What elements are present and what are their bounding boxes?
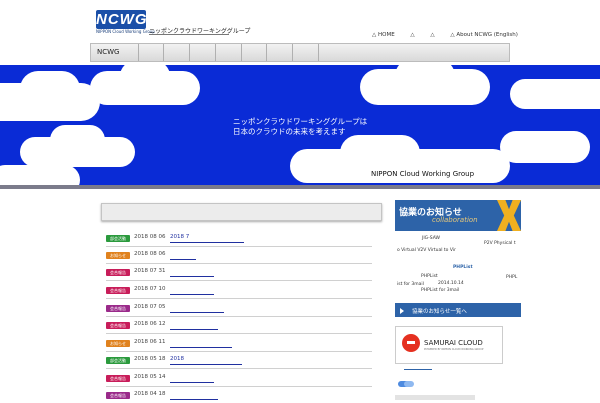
content-title-box bbox=[101, 203, 382, 221]
news-date: 2018 07 10 bbox=[134, 286, 166, 292]
slider-next-button[interactable] bbox=[404, 381, 414, 387]
news-date: 2018 08 06 bbox=[134, 234, 166, 240]
news-link[interactable] bbox=[170, 391, 218, 400]
category-badge: 会合報告 bbox=[106, 287, 130, 294]
ncwg-logo[interactable]: NCWG bbox=[96, 10, 147, 29]
jigsaw-text: o Virtual V2V Virtual to Vir bbox=[397, 248, 456, 253]
main-nav-bar: NCWG bbox=[90, 43, 510, 62]
top-nav-about[interactable]: △ About NCWG (English) bbox=[450, 32, 518, 38]
news-date: 2018 06 11 bbox=[134, 339, 166, 345]
news-date: 2018 07 05 bbox=[134, 304, 166, 310]
nav-item[interactable] bbox=[293, 44, 319, 61]
news-row: お知らせ 2018 08 06 bbox=[106, 250, 372, 264]
cloud bbox=[340, 135, 420, 171]
category-badge: 部会活動 bbox=[106, 235, 130, 242]
news-link[interactable] bbox=[170, 286, 214, 295]
phplist-text: PHPL bbox=[506, 275, 518, 280]
collaboration-subtitle: collaboration bbox=[432, 216, 478, 224]
category-badge: 会合報告 bbox=[106, 269, 130, 276]
news-date: 2018 07 31 bbox=[134, 268, 166, 274]
nav-item[interactable] bbox=[164, 44, 190, 61]
news-row: 会合報告 2018 04 18 bbox=[106, 390, 372, 403]
news-row: 部会活動 2018 05 18 2018 bbox=[106, 355, 372, 369]
samurai-mark-stroke bbox=[407, 341, 415, 344]
samurai-cloud-tagline: POWERED BY NIPPON CLOUD WORKING GROUP bbox=[424, 348, 484, 351]
news-link[interactable]: 2018 bbox=[170, 356, 242, 365]
top-nav-item[interactable]: △ bbox=[430, 32, 434, 38]
news-link[interactable]: 2018 7 bbox=[170, 234, 244, 243]
news-row: 会合報告 2018 07 31 bbox=[106, 267, 372, 281]
cloud bbox=[50, 125, 105, 155]
news-row: 会合報告 2018 06 12 bbox=[106, 320, 372, 334]
logo-subtitle: NIPPON Cloud Working Group bbox=[96, 29, 155, 34]
arrow-right-icon bbox=[400, 308, 404, 314]
news-link[interactable] bbox=[170, 268, 214, 277]
nav-item[interactable] bbox=[190, 44, 216, 61]
nav-item[interactable] bbox=[139, 44, 164, 61]
category-badge: お知らせ bbox=[106, 252, 130, 259]
news-row: 会合報告 2018 05 14 bbox=[106, 373, 372, 387]
jigsaw-title[interactable]: JIG-SAW bbox=[449, 227, 469, 232]
news-link[interactable] bbox=[170, 374, 214, 383]
news-link[interactable] bbox=[170, 339, 232, 348]
category-badge: お知らせ bbox=[106, 340, 130, 347]
logo-underline bbox=[149, 34, 229, 35]
phplist-text: PHPList for 3mail bbox=[421, 288, 460, 293]
nav-item[interactable] bbox=[216, 44, 242, 61]
news-date: 2018 08 06 bbox=[134, 251, 166, 257]
news-link[interactable] bbox=[170, 251, 196, 260]
banner-headline-line2: 日本のクラウドの未来を考えます bbox=[233, 127, 346, 136]
top-nav-item[interactable]: △ bbox=[410, 32, 414, 38]
samurai-cloud-name: SAMURAI CLOUD bbox=[424, 339, 483, 347]
news-row: 会合報告 2018 07 10 bbox=[106, 285, 372, 299]
news-link[interactable] bbox=[170, 304, 224, 313]
nav-item[interactable] bbox=[267, 44, 293, 61]
nav-item[interactable] bbox=[242, 44, 267, 61]
news-date: 2018 06 12 bbox=[134, 321, 166, 327]
phplist-title[interactable]: PHPList bbox=[453, 265, 473, 270]
jigsaw-subtitle: JIG-SAW bbox=[422, 236, 440, 241]
cloud bbox=[20, 71, 80, 107]
calendar-header bbox=[395, 395, 475, 400]
news-row: 会合報告 2018 07 05 bbox=[106, 303, 372, 317]
news-row: お知らせ 2018 06 11 bbox=[106, 338, 372, 352]
top-nav-home[interactable]: △ HOME bbox=[372, 32, 395, 38]
banner-bottom-stripe bbox=[0, 185, 600, 189]
category-badge: 会合報告 bbox=[106, 305, 130, 312]
collaboration-list-label: 協業のお知らせ一覧へ bbox=[412, 309, 467, 315]
top-nav: △ HOME △ △ △ About NCWG (English) bbox=[372, 32, 532, 38]
news-date: 2018 04 18 bbox=[134, 391, 166, 397]
cloud bbox=[395, 65, 455, 93]
phplist-text: ist for 3mail bbox=[397, 282, 424, 287]
news-row: 部会活動 2018 08 06 2018 7 bbox=[106, 233, 372, 247]
category-badge: 部会活動 bbox=[106, 357, 130, 364]
phplist-text: PHPList bbox=[421, 274, 438, 279]
category-badge: 会合報告 bbox=[106, 392, 130, 399]
news-date: 2018 05 14 bbox=[134, 374, 166, 380]
cloud bbox=[0, 165, 80, 187]
category-badge: 会合報告 bbox=[106, 322, 130, 329]
banner-english-name: NIPPON Cloud Working Group bbox=[371, 170, 475, 178]
cloud bbox=[510, 79, 600, 109]
category-badge: 会合報告 bbox=[106, 375, 130, 382]
news-link[interactable] bbox=[170, 321, 218, 330]
cloud bbox=[120, 65, 170, 91]
jigsaw-text: P2V Physical t bbox=[484, 241, 516, 246]
nav-item-ncwg[interactable]: NCWG bbox=[91, 44, 139, 61]
news-date: 2018 05 18 bbox=[134, 356, 166, 362]
sidebar-link-underline[interactable] bbox=[404, 369, 432, 370]
cloud bbox=[500, 131, 590, 163]
phplist-date: 2014.10.14 bbox=[438, 281, 464, 286]
